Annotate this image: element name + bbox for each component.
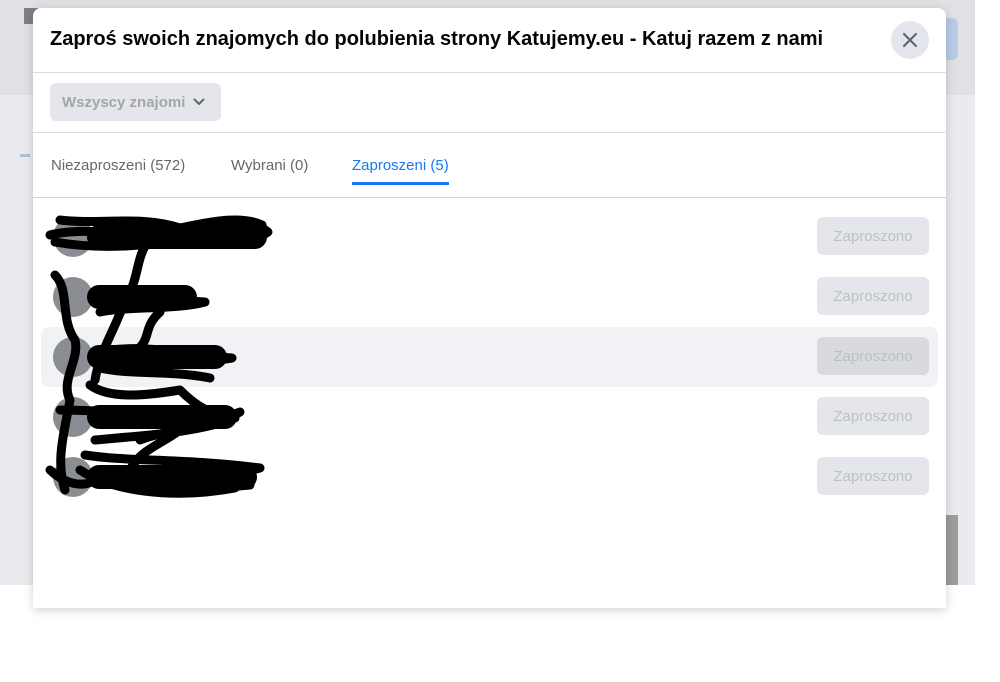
tab-selected[interactable]: Wybrani (0) xyxy=(231,133,308,197)
list-item: Zaproszono xyxy=(41,207,938,267)
chevron-down-icon xyxy=(193,98,205,105)
tab-bar: Niezaproszeni (572) Wybrani (0) Zaprosze… xyxy=(33,133,946,198)
invited-button: Zaproszono xyxy=(817,397,929,435)
invited-button: Zaproszono xyxy=(817,217,929,255)
background-tab-indicator xyxy=(20,154,30,157)
list-item: Zaproszono xyxy=(41,267,938,327)
invited-button: Zaproszono xyxy=(817,337,929,375)
close-icon xyxy=(902,32,918,48)
invited-button: Zaproszono xyxy=(817,277,929,315)
dialog-header: Zaproś swoich znajomych do polubienia st… xyxy=(33,8,946,73)
friends-filter-dropdown[interactable]: Wszyscy znajomi xyxy=(50,83,221,121)
background-scrollbar[interactable] xyxy=(946,515,958,585)
redacted-name xyxy=(87,465,257,489)
list-item: Zaproszono xyxy=(41,387,938,447)
invited-button: Zaproszono xyxy=(817,457,929,495)
filter-row: Wszyscy znajomi xyxy=(33,73,946,133)
tab-invited[interactable]: Zaproszeni (5) xyxy=(352,133,449,197)
tab-not-invited[interactable]: Niezaproszeni (572) xyxy=(51,133,185,197)
redacted-name xyxy=(87,285,197,309)
invite-friends-dialog: Zaproś swoich znajomych do polubienia st… xyxy=(33,8,946,608)
redacted-name xyxy=(87,225,267,249)
dialog-title: Zaproś swoich znajomych do polubienia st… xyxy=(50,28,824,50)
close-button[interactable] xyxy=(891,21,929,59)
list-item: Zaproszono xyxy=(41,447,938,507)
redacted-name xyxy=(87,405,237,429)
list-item: Zaproszono xyxy=(41,327,938,387)
friends-filter-label: Wszyscy znajomi xyxy=(62,93,186,111)
redacted-name xyxy=(87,345,227,369)
